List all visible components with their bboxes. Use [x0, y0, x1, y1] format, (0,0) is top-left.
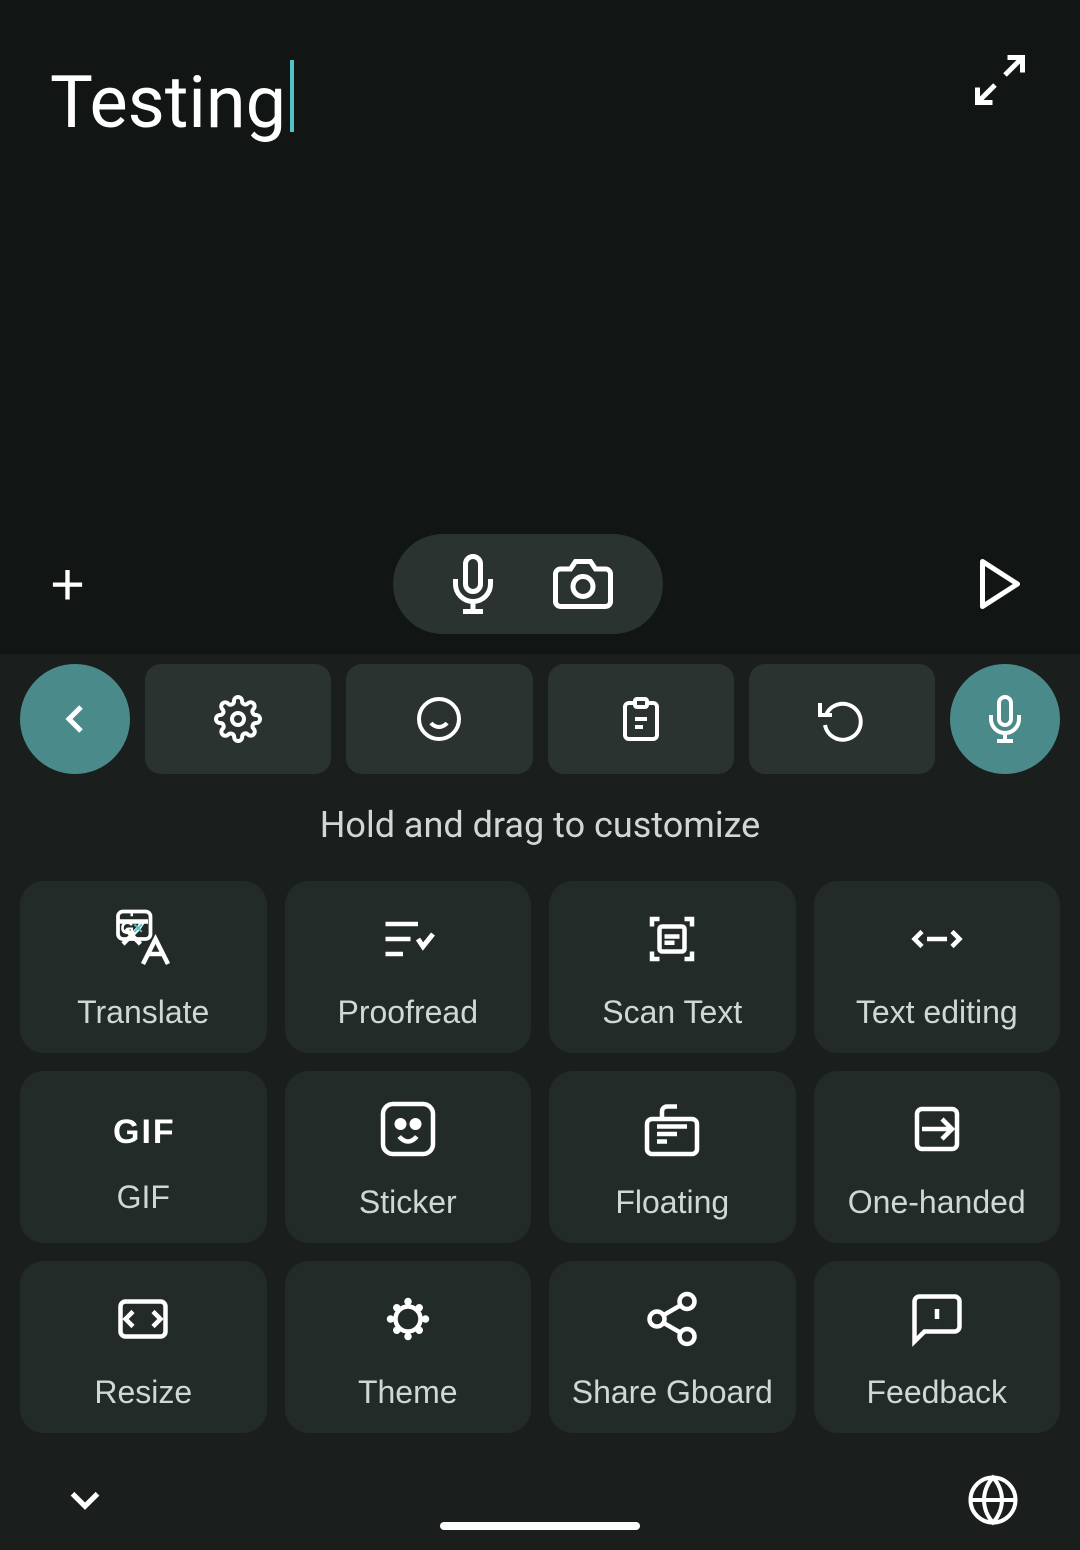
share-icon — [642, 1289, 702, 1358]
home-indicator — [440, 1522, 640, 1530]
feedback-icon — [907, 1289, 967, 1358]
proofread-button[interactable]: Proofread — [285, 881, 532, 1053]
text-cursor — [290, 60, 294, 132]
gif-label: GIF — [117, 1179, 170, 1216]
typed-text: Testing — [50, 60, 286, 145]
resize-icon — [113, 1289, 173, 1358]
floating-label: Floating — [615, 1184, 729, 1221]
back-button[interactable] — [20, 664, 130, 774]
resize-button[interactable]: Resize — [20, 1261, 267, 1433]
translate-label: Translate — [77, 994, 209, 1031]
resize-label: Resize — [94, 1374, 192, 1411]
svg-text:GIF: GIF — [113, 1113, 176, 1151]
proofread-icon — [378, 909, 438, 978]
theme-icon — [378, 1289, 438, 1358]
bottom-bar — [0, 1453, 1080, 1550]
scan-text-button[interactable]: Scan Text — [549, 881, 796, 1053]
collapse-button[interactable] — [60, 1475, 110, 1538]
globe-button[interactable] — [966, 1473, 1020, 1540]
customize-hint: Hold and drag to customize — [0, 784, 1080, 871]
translate-icon: G × — [113, 909, 173, 978]
share-gboard-button[interactable]: Share Gboard — [549, 1261, 796, 1433]
gif-icon: GIF — [108, 1104, 178, 1163]
screenshot-button[interactable] — [553, 554, 613, 614]
sticker-button[interactable]: Sticker — [285, 1071, 532, 1243]
clipboard-button[interactable] — [548, 664, 734, 774]
translate-button[interactable]: G × Translate — [20, 881, 267, 1053]
theme-label: Theme — [358, 1374, 458, 1411]
floating-icon — [642, 1099, 702, 1168]
emoji-button[interactable] — [346, 664, 532, 774]
add-button[interactable]: + — [40, 540, 95, 629]
scan-text-label: Scan Text — [602, 994, 742, 1031]
sticker-label: Sticker — [359, 1184, 457, 1221]
app-container: Testing + — [0, 0, 1080, 1550]
undo-button[interactable] — [749, 664, 935, 774]
theme-button[interactable]: Theme — [285, 1261, 532, 1433]
feedback-label: Feedback — [866, 1374, 1007, 1411]
expand-icon[interactable] — [970, 50, 1030, 122]
send-button[interactable] — [960, 544, 1040, 624]
features-grid: G × Translate Proofread — [0, 871, 1080, 1453]
one-handed-button[interactable]: One-handed — [814, 1071, 1061, 1243]
toolbar-row: + — [0, 514, 1080, 654]
gif-button[interactable]: GIF GIF — [20, 1071, 267, 1243]
share-gboard-label: Share Gboard — [572, 1374, 773, 1411]
text-area[interactable]: Testing — [0, 0, 1080, 514]
scan-text-icon — [642, 909, 702, 978]
feedback-button[interactable]: Feedback — [814, 1261, 1061, 1433]
microphone-button[interactable] — [443, 554, 503, 614]
settings-button[interactable] — [145, 664, 331, 774]
one-handed-icon — [907, 1099, 967, 1168]
svg-text:×: × — [133, 918, 143, 938]
floating-button[interactable]: Floating — [549, 1071, 796, 1243]
proofread-label: Proofread — [337, 994, 478, 1031]
text-editing-label: Text editing — [856, 994, 1018, 1031]
keyboard-mic-button[interactable] — [950, 664, 1060, 774]
text-input-display: Testing — [50, 60, 1030, 145]
sticker-icon — [378, 1099, 438, 1168]
one-handed-label: One-handed — [848, 1184, 1026, 1221]
text-editing-button[interactable]: Text editing — [814, 881, 1061, 1053]
mic-camera-group — [393, 534, 663, 634]
keyboard-top-row — [0, 654, 1080, 784]
text-editing-icon — [907, 909, 967, 978]
